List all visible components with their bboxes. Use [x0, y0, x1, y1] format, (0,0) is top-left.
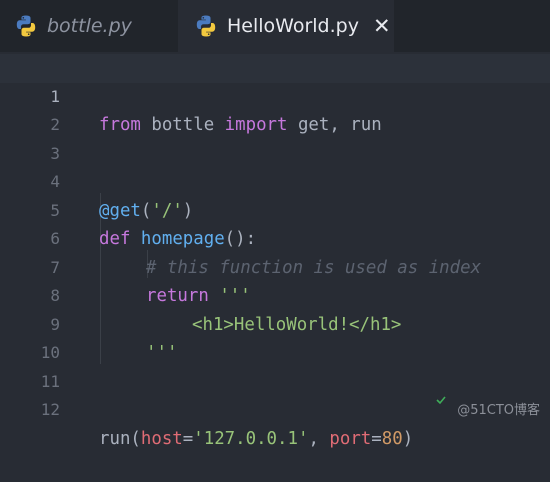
code-line[interactable]: 12 run(host='127.0.0.1', port=80): [0, 368, 550, 449]
number: 80: [381, 428, 403, 449]
code-line[interactable]: 5 def homepage():: [0, 168, 550, 250]
string: '127.0.0.1': [193, 428, 309, 449]
watermark: @51CTO博客: [457, 403, 540, 418]
code-line[interactable]: 11: [0, 339, 550, 391]
code-line[interactable]: 10: [0, 311, 550, 362]
tab-bottle-py[interactable]: bottle.py: [0, 0, 178, 52]
code-line[interactable]: 2: [0, 83, 550, 134]
line-number: 12: [40, 400, 60, 419]
code-text: run(host='127.0.0.1', port=80): [99, 425, 413, 454]
tab-helloworld-py[interactable]: HelloWorld.py ✕: [178, 0, 394, 52]
code-line[interactable]: 1 from bottle import get, run: [0, 54, 550, 135]
text: ): [402, 428, 414, 449]
parameter: port: [329, 428, 372, 449]
parameter: host: [140, 428, 183, 449]
code-line[interactable]: 9 ''': [0, 282, 550, 364]
code-line[interactable]: 8 <h1>HelloWorld!</h1>: [0, 254, 550, 335]
code-line[interactable]: 4 @get('/'): [0, 140, 550, 221]
text: run(: [99, 428, 141, 449]
code-line[interactable]: 7 return ''': [0, 225, 550, 307]
close-icon[interactable]: ✕: [373, 14, 391, 38]
checkmark-icon: [436, 396, 446, 405]
python-icon: [196, 15, 216, 37]
tab-label: HelloWorld.py: [227, 15, 359, 37]
text: ,: [308, 428, 330, 449]
code-line[interactable]: 6 # this function is used as index: [0, 197, 550, 278]
code-line[interactable]: 3: [0, 111, 550, 163]
text: =: [182, 428, 194, 449]
text: =: [371, 428, 382, 449]
python-icon: [16, 15, 36, 37]
tab-label: bottle.py: [47, 15, 132, 37]
tab-bar: bottle.py HelloWorld.py ✕: [0, 0, 550, 52]
code-editor[interactable]: 1 from bottle import get, run 2 3 4 @get…: [0, 52, 550, 449]
